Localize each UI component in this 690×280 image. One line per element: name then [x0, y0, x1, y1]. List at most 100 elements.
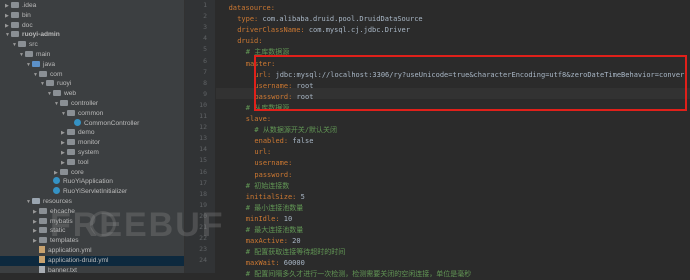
code-line[interactable]: url: [216, 147, 271, 158]
tree-item-label: RuoYiServletInitializer [63, 188, 128, 196]
tree-item[interactable]: ▼ common [0, 109, 184, 119]
tree-item-label: common [78, 109, 104, 117]
tree-item[interactable]: banner.txt [0, 265, 184, 273]
code-line[interactable]: driverClassName: com.mysql.cj.jdbc.Drive… [216, 25, 410, 36]
folder-icon [11, 21, 19, 28]
line-number: 7 [203, 67, 207, 76]
code-editor[interactable]: datasource: type: com.alibaba.druid.pool.… [216, 0, 690, 278]
code-line[interactable]: # 初始连接数 [216, 181, 289, 192]
tree-item[interactable]: ▼ java [0, 60, 184, 70]
code-comment: # 最小连接池数量 [245, 203, 304, 212]
line-number: 6 [203, 56, 207, 65]
java-class-icon [53, 177, 60, 185]
tree-item-label: monitor [78, 139, 100, 147]
tree-item-label: application.yml [48, 247, 92, 254]
java-class-icon [74, 118, 81, 126]
code-line[interactable]: maxWait: 60000 [216, 258, 305, 269]
tree-item[interactable]: application-druid.yml [0, 255, 184, 266]
code-line[interactable]: maxActive: 20 [216, 236, 301, 247]
tree-item-label: bin [22, 11, 31, 19]
tree-item[interactable]: ▼ ruoyi [0, 79, 184, 89]
line-number: 13 [199, 134, 207, 143]
yaml-key: initialSize [245, 192, 293, 201]
tree-item[interactable]: ▶ core [0, 168, 184, 178]
tree-item[interactable]: ▶ monitor [0, 138, 184, 148]
code-line[interactable]: datasource: [216, 3, 275, 14]
folder-icon [67, 109, 75, 116]
tree-item[interactable]: ▼ controller [0, 99, 184, 109]
line-number: 10 [199, 100, 207, 109]
tree-item[interactable]: application.yml [0, 246, 184, 256]
code-line[interactable]: password: [216, 170, 292, 181]
tree-item-label: ruoyi [57, 80, 72, 88]
yaml-key: maxWait [245, 259, 276, 268]
tree-item-label: com [50, 70, 63, 78]
tree-item[interactable]: ▶ demo [0, 128, 184, 138]
folder-icon [11, 11, 19, 18]
line-number: 17 [199, 178, 207, 187]
tree-item[interactable]: ▼ main [0, 50, 184, 60]
watermark-text: FREEBUF [50, 206, 225, 244]
code-line[interactable]: # 最小连接池数量 [216, 203, 303, 214]
tree-item[interactable]: ▼ src [0, 40, 184, 50]
code-line[interactable]: # 从数据源开关/默认关闭 [216, 125, 337, 136]
tree-item-label: controller [71, 100, 99, 107]
yml-file-icon [39, 246, 45, 253]
folder-icon [18, 41, 26, 48]
tree-item[interactable]: ▶ .idea [0, 1, 184, 11]
tree-item[interactable]: CommonController [0, 118, 184, 129]
tree-item[interactable]: ▶ doc [0, 21, 184, 31]
code-line[interactable]: username: [216, 158, 292, 169]
yaml-value: 5 [300, 192, 305, 201]
folder-icon [25, 51, 33, 57]
tree-item-label: ruoyi-admin [22, 31, 60, 39]
folder-icon [39, 207, 47, 214]
line-number: 11 [199, 112, 207, 120]
folder-icon [60, 168, 68, 175]
tree-item[interactable]: ▼ ruoyi-admin [0, 30, 184, 40]
tree-item-label: web [64, 90, 77, 98]
folder-icon [39, 70, 47, 77]
folder-icon [11, 31, 19, 38]
code-line[interactable]: initialSize: 5 [216, 192, 305, 203]
tree-item-label: src [29, 41, 38, 49]
yaml-key: maxActive [245, 237, 284, 246]
yaml-value: false [292, 137, 314, 146]
code-line[interactable]: # 配置获取连接等待超时的时间 [216, 247, 345, 258]
code-line[interactable]: minIdle: 10 [216, 214, 292, 225]
tree-item[interactable]: ▶ bin [0, 11, 184, 21]
code-comment: # 配置间隔多久才进行一次检测，检测需要关闭的空闲连接，单位是毫秒 [245, 270, 472, 279]
folder-icon [60, 100, 68, 106]
tree-item[interactable]: ▼ web [0, 89, 184, 99]
tree-item[interactable]: ▼ com [0, 70, 184, 80]
tree-item[interactable]: ▶ system [0, 148, 184, 158]
code-line[interactable]: druid: [216, 36, 262, 47]
code-line[interactable]: enabled: false [216, 136, 313, 147]
tree-item-label: doc [22, 21, 33, 29]
yaml-value: com.mysql.cj.jdbc.Driver [308, 26, 410, 35]
code-line[interactable]: slave: [216, 114, 271, 125]
yaml-value: com.alibaba.druid.pool.DruidDataSource [262, 15, 423, 24]
code-line[interactable]: type: com.alibaba.druid.pool.DruidDataSo… [216, 14, 423, 25]
yaml-value: 60000 [283, 259, 305, 268]
folder-icon [67, 149, 75, 155]
tree-item[interactable]: RuoYiServletInitializer [0, 187, 184, 197]
code-line[interactable]: # 配置间隔多久才进行一次检测，检测需要关闭的空闲连接，单位是毫秒 [216, 269, 471, 280]
yaml-key: minIdle [245, 214, 276, 223]
folder-icon [46, 80, 54, 87]
tree-item-label: main [36, 51, 51, 58]
tree-item[interactable]: ▶ tool [0, 158, 184, 168]
resources-folder-icon [32, 198, 40, 204]
yaml-key: type [237, 15, 255, 24]
folder-icon [67, 129, 75, 136]
tree-item-label: java [43, 60, 56, 68]
line-number: 12 [199, 123, 207, 132]
code-comment: # 从数据源开关/默认关闭 [254, 126, 338, 135]
tree-item-label: RuoYiApplication [63, 178, 113, 186]
tree-item-label: resources [43, 198, 72, 205]
code-line[interactable]: # 最大连接池数量 [216, 225, 303, 236]
tree-item-label: CommonController [84, 119, 140, 127]
line-number: 8 [203, 78, 207, 87]
folder-icon [39, 237, 47, 244]
tree-item[interactable]: RuoYiApplication [0, 177, 184, 187]
